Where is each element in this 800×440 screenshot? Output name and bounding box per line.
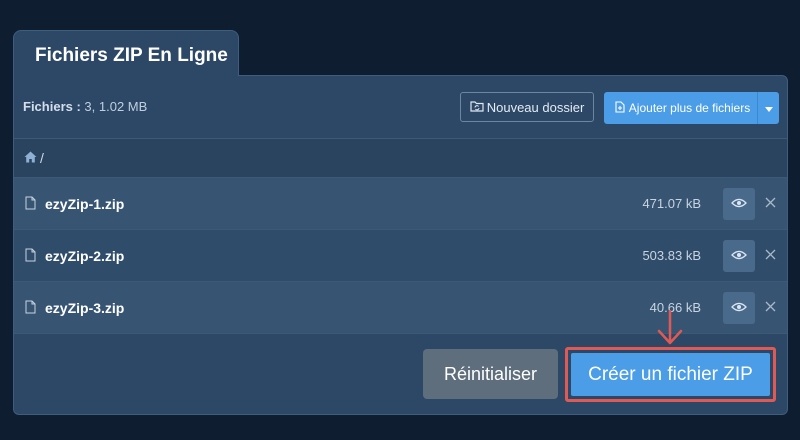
create-zip-highlight: Créer un fichier ZIP	[565, 347, 776, 402]
file-name: ezyZip-2.zip	[45, 248, 125, 264]
eye-icon	[731, 299, 747, 317]
file-icon	[25, 300, 36, 319]
eye-icon	[731, 247, 747, 265]
folder-sync-icon	[470, 100, 484, 115]
close-icon	[765, 247, 776, 265]
create-zip-label: Créer un fichier ZIP	[588, 363, 753, 385]
close-icon	[765, 299, 776, 317]
add-files-main[interactable]: Ajouter plus de fichiers	[604, 100, 757, 116]
new-folder-button[interactable]: Nouveau dossier	[460, 92, 594, 122]
add-files-button[interactable]: Ajouter plus de fichiers	[604, 92, 779, 124]
add-files-label: Ajouter plus de fichiers	[628, 101, 751, 115]
file-name: ezyZip-3.zip	[45, 300, 125, 316]
home-icon[interactable]	[24, 150, 37, 166]
files-label: Fichiers :	[23, 99, 81, 114]
add-files-dropdown-toggle[interactable]	[757, 92, 779, 124]
file-name: ezyZip-1.zip	[45, 196, 125, 212]
file-row: ezyZip-2.zip 503.83 kB	[14, 230, 787, 282]
caret-down-icon	[764, 101, 773, 115]
preview-button[interactable]	[723, 188, 755, 220]
file-panel: Fichiers : 3, 1.02 MB Nouveau dossier Aj…	[13, 75, 788, 415]
create-zip-button[interactable]: Créer un fichier ZIP	[571, 353, 770, 396]
file-icon	[25, 248, 36, 267]
file-size: 471.07 kB	[642, 196, 701, 211]
files-info: Fichiers : 3, 1.02 MB	[23, 99, 147, 114]
reset-button[interactable]: Réinitialiser	[423, 349, 558, 399]
file-row: ezyZip-1.zip 471.07 kB	[14, 178, 787, 230]
tab-zip-files[interactable]: Fichiers ZIP En Ligne	[13, 30, 239, 76]
add-file-icon	[615, 100, 625, 116]
remove-file-button[interactable]	[760, 246, 780, 266]
file-size: 503.83 kB	[642, 248, 701, 263]
tab-title: Fichiers ZIP En Ligne	[35, 45, 228, 66]
file-icon	[25, 196, 36, 215]
arrow-down-icon	[656, 309, 684, 351]
toolbar: Fichiers : 3, 1.02 MB Nouveau dossier Aj…	[14, 76, 787, 138]
remove-file-button[interactable]	[760, 194, 780, 214]
files-summary: 3, 1.02 MB	[84, 99, 148, 114]
breadcrumb: /	[14, 138, 787, 178]
breadcrumb-separator: /	[40, 150, 44, 166]
remove-file-button[interactable]	[760, 298, 780, 318]
close-icon	[765, 195, 776, 213]
eye-icon	[731, 195, 747, 213]
reset-label: Réinitialiser	[443, 363, 538, 384]
preview-button[interactable]	[723, 240, 755, 272]
preview-button[interactable]	[723, 292, 755, 324]
new-folder-label: Nouveau dossier	[486, 99, 585, 115]
